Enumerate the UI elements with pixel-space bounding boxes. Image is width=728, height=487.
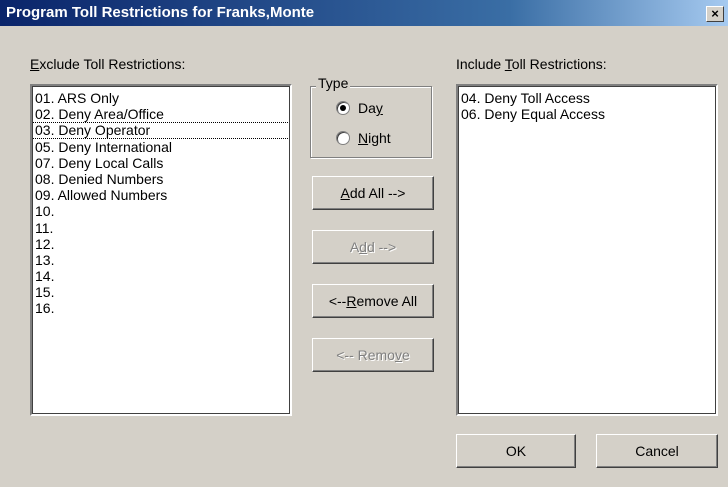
include-label: Include Toll Restrictions: xyxy=(456,56,607,72)
add-accel: d xyxy=(359,239,367,255)
list-item[interactable]: 09. Allowed Numbers xyxy=(32,187,290,203)
type-legend: Type xyxy=(316,75,351,91)
list-item[interactable]: 14. xyxy=(32,268,290,284)
dialog-window: Program Toll Restrictions for Franks,Mon… xyxy=(0,0,728,487)
add-button[interactable]: Add --> xyxy=(312,230,434,264)
list-item[interactable]: 13. xyxy=(32,252,290,268)
window-title: Program Toll Restrictions for Franks,Mon… xyxy=(6,4,315,21)
add-text-rest: d --> xyxy=(366,239,397,255)
add-all-text: dd All --> xyxy=(349,185,406,201)
list-item[interactable]: 08. Denied Numbers xyxy=(32,171,290,187)
list-item[interactable]: 02. Deny Area/Office xyxy=(32,106,290,122)
exclude-label-accel: E xyxy=(30,56,40,72)
remove-text-pre: <-- Remo xyxy=(336,347,395,363)
list-item[interactable]: 07. Deny Local Calls xyxy=(32,155,290,171)
radio-night-label: Night xyxy=(358,130,391,146)
list-item[interactable]: 04. Deny Toll Access xyxy=(458,90,716,106)
list-item[interactable]: 12. xyxy=(32,236,290,252)
list-item[interactable]: 03. Deny Operator xyxy=(32,122,290,139)
remove-text-rest: e xyxy=(401,347,410,363)
type-groupbox xyxy=(310,86,432,158)
add-all-accel: A xyxy=(340,185,350,201)
title-bar[interactable]: Program Toll Restrictions for Franks,Mon… xyxy=(0,0,728,26)
list-item[interactable]: 15. xyxy=(32,284,290,300)
remove-all-text-pre: <-- xyxy=(328,293,347,309)
include-listbox[interactable]: 04. Deny Toll Access 06. Deny Equal Acces… xyxy=(456,84,718,416)
list-item[interactable]: 05. Deny International xyxy=(32,139,290,155)
radio-night-label-accel: N xyxy=(358,130,369,146)
exclude-label-text: xclude Toll Restrictions: xyxy=(39,56,186,72)
remove-all-accel: R xyxy=(346,293,357,309)
ok-button[interactable]: OK xyxy=(456,434,576,468)
include-label-text: oll Restrictions: xyxy=(511,56,607,72)
radio-day-label-text: Da xyxy=(358,100,376,116)
radio-night-label-text: ight xyxy=(368,130,391,146)
list-item[interactable]: 16. xyxy=(32,300,290,316)
remove-accel: v xyxy=(394,347,402,363)
list-item[interactable]: 11. xyxy=(32,220,290,236)
remove-all-text-rest: emove All xyxy=(356,293,418,309)
remove-all-button[interactable]: <-- Remove All xyxy=(312,284,434,318)
list-item[interactable]: 10. xyxy=(32,203,290,219)
close-button[interactable]: × xyxy=(706,6,724,22)
radio-night-indicator[interactable] xyxy=(336,131,350,145)
include-label-pre: Include xyxy=(456,56,505,72)
radio-day[interactable]: Day xyxy=(336,100,383,116)
add-all-button[interactable]: Add All --> xyxy=(312,176,434,210)
remove-button[interactable]: <-- Remo v e xyxy=(312,338,434,372)
radio-day-indicator[interactable] xyxy=(336,101,350,115)
exclude-listbox[interactable]: 01. ARS Only 02. Deny Area/Office 03. Deny… xyxy=(30,84,292,416)
list-item[interactable]: 01. ARS Only xyxy=(32,90,290,106)
list-item[interactable]: 06. Deny Equal Access xyxy=(458,106,716,122)
add-text-pre: A xyxy=(349,239,360,255)
include-label-accel: T xyxy=(504,56,512,72)
cancel-button[interactable]: Cancel xyxy=(596,434,718,468)
radio-day-label-accel: y xyxy=(375,100,383,116)
exclude-label: Exclude Toll Restrictions: xyxy=(30,56,185,72)
radio-day-label: Day xyxy=(358,100,383,116)
radio-night[interactable]: Night xyxy=(336,130,391,146)
